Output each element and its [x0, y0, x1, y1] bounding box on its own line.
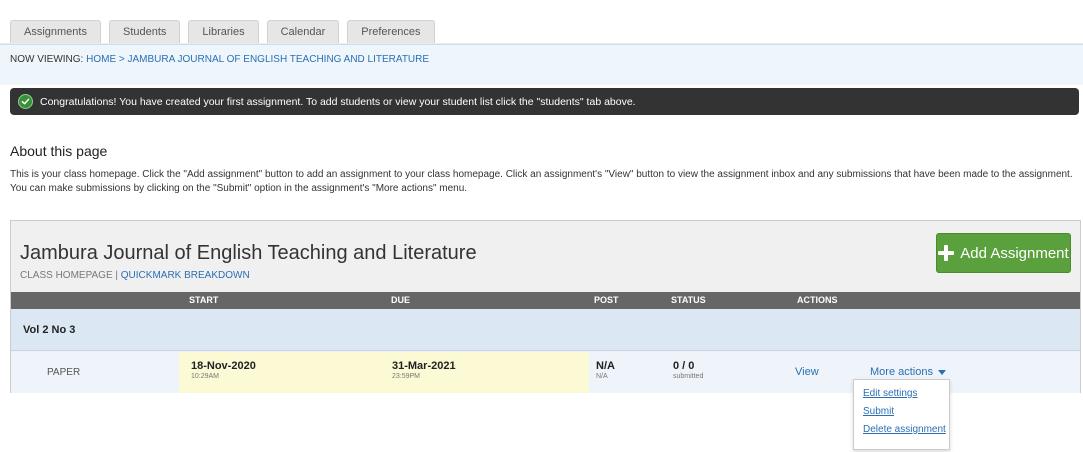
add-assignment-label: Add Assignment	[960, 244, 1069, 262]
header-due: DUE	[391, 295, 411, 305]
post-date: N/A	[596, 360, 615, 372]
status-label: submitted	[673, 373, 704, 380]
tab-libraries[interactable]: Libraries	[188, 20, 259, 43]
caret-down-icon	[937, 369, 946, 375]
tab-preferences[interactable]: Preferences	[347, 20, 435, 43]
about-text-line-1: This is your class homepage. Click the "…	[10, 169, 1073, 180]
breadcrumb: NOW VIEWING: HOME > JAMBURA JOURNAL OF E…	[10, 54, 429, 65]
header-start: START	[189, 295, 219, 305]
tab-bar: Assignments Students Libraries Calendar …	[10, 20, 435, 43]
start-time: 10:29AM	[191, 373, 220, 380]
breadcrumb-class-link[interactable]: JAMBURA JOURNAL OF ENGLISH TEACHING AND …	[128, 54, 430, 65]
menu-item-submit[interactable]: Submit	[863, 406, 949, 417]
status-count: 0 / 0	[673, 360, 695, 372]
class-homepage-label: CLASS HOMEPAGE |	[20, 270, 121, 281]
class-title: Jambura Journal of English Teaching and …	[20, 242, 477, 264]
group-title: Vol 2 No 3	[23, 324, 76, 336]
menu-item-delete-assignment[interactable]: Delete assignment	[863, 424, 949, 435]
menu-item-edit-settings[interactable]: Edit settings	[863, 388, 949, 399]
tab-students[interactable]: Students	[108, 20, 181, 43]
post-time: N/A	[596, 373, 608, 380]
due-date: 31-Mar-2021	[392, 360, 456, 372]
header-actions: ACTIONS	[797, 295, 838, 305]
breadcrumb-separator: >	[116, 54, 128, 65]
about-text-line-2: You can make submissions by clicking on …	[10, 183, 468, 194]
more-actions-menu: Edit settings Submit Delete assignment	[853, 379, 950, 450]
check-circle-icon	[18, 94, 33, 109]
more-actions-label: More actions	[870, 366, 933, 378]
breadcrumb-bar: NOW VIEWING: HOME > JAMBURA JOURNAL OF E…	[0, 45, 1083, 85]
about-text: This is your class homepage. Click the "…	[10, 168, 1080, 196]
table-header: START DUE POST STATUS ACTIONS	[11, 292, 1080, 309]
view-button[interactable]: View	[795, 366, 819, 378]
header-status: STATUS	[671, 295, 706, 305]
class-panel: Jambura Journal of English Teaching and …	[10, 220, 1081, 393]
assignment-group: Vol 2 No 3	[11, 309, 1080, 351]
assignment-title: PAPER	[47, 367, 81, 378]
success-alert: Congratulations! You have created your f…	[10, 88, 1079, 115]
tab-calendar[interactable]: Calendar	[266, 20, 340, 43]
date-cells: 18-Nov-2020 10:29AM 31-Mar-2021 23:59PM	[179, 352, 589, 393]
start-date: 18-Nov-2020	[191, 360, 256, 372]
class-subnav: CLASS HOMEPAGE | QUICKMARK BREAKDOWN	[20, 270, 250, 281]
about-title: About this page	[10, 143, 108, 159]
alert-message: Congratulations! You have created your f…	[40, 95, 636, 108]
breadcrumb-home-link[interactable]: HOME	[86, 54, 116, 65]
header-post: POST	[594, 295, 619, 305]
due-time: 23:59PM	[392, 373, 421, 380]
tab-assignments[interactable]: Assignments	[10, 20, 101, 43]
breadcrumb-prefix: NOW VIEWING:	[10, 54, 87, 65]
plus-icon	[938, 245, 955, 261]
quickmark-breakdown-link[interactable]: QUICKMARK BREAKDOWN	[121, 270, 250, 281]
add-assignment-button[interactable]: Add Assignment	[936, 233, 1071, 273]
more-actions-button[interactable]: More actions	[870, 366, 946, 378]
